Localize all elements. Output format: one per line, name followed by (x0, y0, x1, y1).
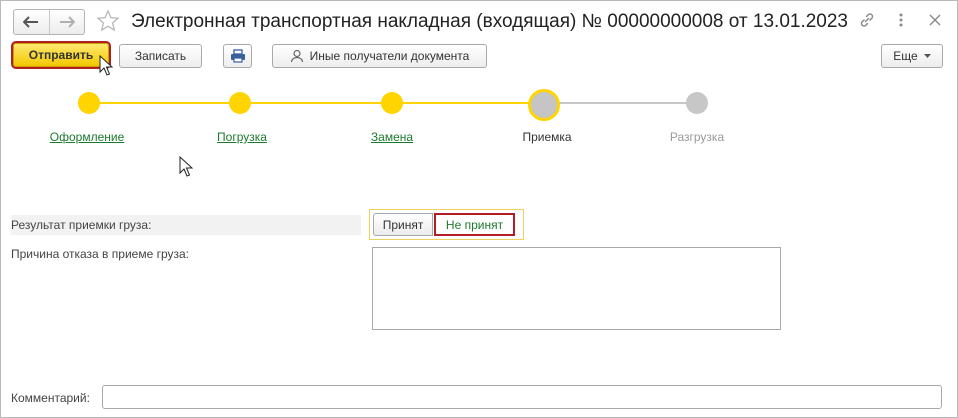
progress-track-completed (89, 102, 542, 104)
save-button[interactable]: Записать (119, 44, 202, 68)
other-recipients-label: Иные получатели документа (309, 49, 470, 63)
refusal-reason-textarea[interactable] (372, 247, 781, 330)
vertical-dots-icon (899, 13, 903, 27)
dropdown-arrow-icon (923, 54, 931, 58)
cargo-result-toggle: Принят Не принят (369, 209, 524, 240)
comment-label: Комментарий: (11, 391, 90, 405)
back-button[interactable] (14, 10, 49, 34)
step-link-zamena[interactable]: Замена (371, 130, 413, 144)
printer-icon (230, 49, 245, 63)
cargo-result-label: Результат приемки груза: (11, 215, 361, 235)
star-icon (96, 9, 120, 32)
favorite-star-button[interactable] (96, 9, 120, 36)
progress-track-remaining (542, 102, 697, 104)
document-window: Электронная транспортная накладная (вход… (0, 0, 958, 418)
title-actions (859, 11, 943, 29)
step-node-priemka (528, 89, 560, 121)
more-label: Еще (893, 49, 918, 63)
close-icon (929, 14, 941, 26)
comment-input[interactable] (102, 385, 942, 409)
other-recipients-button[interactable]: Иные получатели документа (272, 44, 487, 68)
step-label-razgruzka: Разгрузка (669, 130, 725, 144)
step-node-oformlenie (78, 92, 100, 114)
link-button[interactable] (859, 11, 875, 29)
step-link-oformlenie[interactable]: Оформление (50, 130, 124, 144)
step-node-pogruzka (229, 92, 251, 114)
history-nav (13, 9, 85, 35)
arrow-right-icon (59, 16, 75, 28)
close-button[interactable] (927, 11, 943, 29)
mouse-cursor-icon-2 (179, 156, 193, 177)
user-icon (290, 49, 303, 63)
window-title: Электронная транспортная накладная (вход… (131, 11, 848, 32)
accepted-option[interactable]: Принят (373, 213, 433, 236)
refusal-reason-label: Причина отказа в приеме груза: (11, 247, 190, 261)
not-accepted-option[interactable]: Не принят (434, 213, 515, 236)
step-link-pogruzka[interactable]: Погрузка (217, 130, 267, 144)
more-menu-button[interactable] (893, 11, 909, 29)
arrow-left-icon (23, 16, 39, 28)
step-node-razgruzka (686, 92, 708, 114)
print-button[interactable] (223, 44, 252, 68)
send-button[interactable]: Отправить (11, 41, 111, 69)
more-button[interactable]: Еще (881, 44, 943, 68)
forward-button[interactable] (48, 10, 85, 34)
link-icon (860, 13, 874, 27)
mouse-cursor-icon (99, 55, 113, 76)
step-node-zamena (381, 92, 403, 114)
step-label-priemka: Приемка (522, 130, 572, 144)
